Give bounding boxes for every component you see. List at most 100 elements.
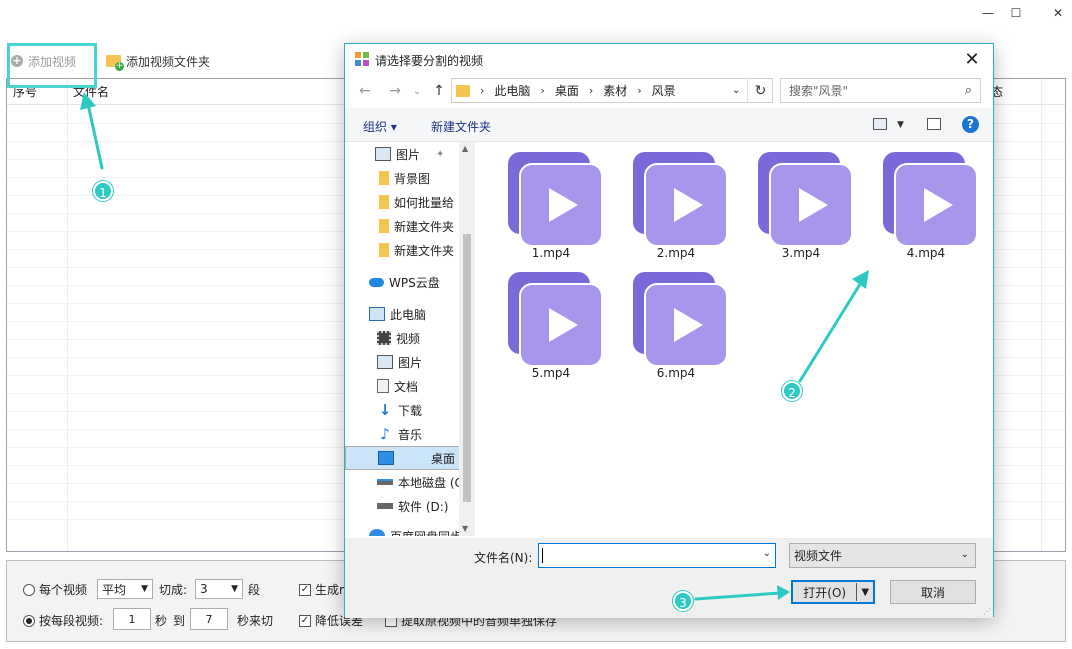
breadcrumb-separator-icon: › bbox=[637, 84, 642, 97]
filetype-select[interactable]: 视频文件 ⌄ bbox=[789, 543, 976, 568]
maximize-button[interactable]: ☐ bbox=[996, 0, 1036, 26]
nav-scrollbar[interactable]: ▲ ▼ bbox=[459, 142, 475, 536]
back-button[interactable]: ← bbox=[355, 81, 375, 101]
arrow-right-icon: → bbox=[389, 83, 401, 99]
nav-item-label: 图片 bbox=[398, 355, 423, 370]
cancel-button[interactable]: 取消 bbox=[890, 580, 976, 604]
file-name: 5.mp4 bbox=[531, 366, 571, 380]
navigation-pane[interactable]: 图片 ✦ 背景图 如何批量给 新建文件夹 新建文件夹 WPS云盘 此电脑 视频 … bbox=[345, 142, 475, 536]
per-video-radio[interactable] bbox=[23, 583, 35, 596]
video-file-icon bbox=[633, 152, 728, 247]
dialog-footer: 文件名(N): ⌄ 视频文件 ⌄ 打开(O) ▼ 取消 ⋰ bbox=[345, 538, 993, 618]
breadcrumb-scenery[interactable]: 风景 bbox=[652, 82, 676, 99]
organize-menu[interactable]: 组织 ▾ bbox=[363, 118, 397, 135]
breadcrumb-materials[interactable]: 素材 bbox=[603, 82, 627, 99]
scroll-up-icon[interactable]: ▲ bbox=[462, 144, 468, 153]
scroll-thumb[interactable] bbox=[463, 234, 471, 502]
segment-from-input[interactable]: 1 bbox=[113, 608, 151, 630]
segments-select[interactable]: 3 ▼ bbox=[195, 579, 243, 599]
folder-icon bbox=[456, 84, 470, 97]
search-placeholder: 搜索"风景" bbox=[789, 84, 849, 98]
chevron-down-icon: ▼ bbox=[141, 584, 148, 594]
baidu-icon bbox=[369, 529, 385, 536]
per-video-label: 每个视频 bbox=[39, 583, 88, 597]
document-icon bbox=[377, 379, 389, 393]
drive-icon bbox=[377, 479, 393, 485]
filename-label: 文件名(N): bbox=[474, 551, 533, 565]
nav-item-label: 视频 bbox=[396, 331, 421, 346]
forward-button[interactable]: → bbox=[385, 81, 405, 101]
nav-item-label: 下载 bbox=[398, 403, 423, 418]
up-button[interactable]: ↑ bbox=[429, 81, 449, 101]
arrow-up-icon: ↑ bbox=[433, 83, 445, 99]
add-video-folder-button[interactable]: 添加视频文件夹 bbox=[106, 48, 210, 74]
filename-input[interactable]: ⌄ bbox=[538, 543, 776, 568]
dialog-title: 请选择要分割的视频 bbox=[375, 54, 484, 68]
text-caret bbox=[542, 548, 543, 563]
file-name: 6.mp4 bbox=[656, 366, 696, 380]
add-video-folder-label: 添加视频文件夹 bbox=[126, 54, 211, 69]
file-list[interactable]: 1.mp4 2.mp4 3.mp4 4.mp4 5.mp4 6.mp4 bbox=[476, 142, 993, 536]
breadcrumb-desktop[interactable]: 桌面 bbox=[555, 82, 579, 99]
generate-checkbox[interactable]: ✓ bbox=[299, 583, 311, 596]
app-logo-icon bbox=[355, 52, 369, 66]
per-segment-radio[interactable] bbox=[23, 614, 35, 627]
computer-icon bbox=[369, 307, 385, 321]
breadcrumb-this-pc[interactable]: 此电脑 bbox=[494, 82, 530, 99]
segments-unit: 段 bbox=[248, 583, 261, 597]
scroll-down-icon[interactable]: ▼ bbox=[462, 524, 468, 533]
preview-pane-icon[interactable] bbox=[927, 118, 941, 130]
nav-item-label: 背景图 bbox=[394, 171, 431, 186]
folder-icon bbox=[379, 219, 389, 233]
open-options-dropdown-icon[interactable]: ▼ bbox=[857, 587, 873, 598]
dialog-close-button[interactable]: ✕ bbox=[957, 46, 987, 72]
refresh-button[interactable]: ↻ bbox=[747, 78, 773, 103]
video-file-icon bbox=[508, 272, 603, 367]
file-name: 1.mp4 bbox=[531, 246, 571, 260]
help-icon[interactable]: ? bbox=[962, 116, 979, 133]
step-badge-1: 1 bbox=[93, 181, 113, 201]
generate-option[interactable]: ✓ 生成m bbox=[299, 581, 351, 598]
close-window-button[interactable]: ✕ bbox=[1038, 0, 1072, 26]
desktop-icon bbox=[378, 451, 394, 465]
file-item[interactable]: 1.mp4 bbox=[486, 142, 603, 260]
file-item[interactable]: 4.mp4 bbox=[861, 142, 978, 260]
nav-item-label: 音乐 bbox=[398, 427, 423, 442]
to-label: 到 bbox=[173, 614, 186, 628]
folder-add-icon bbox=[106, 55, 124, 71]
nav-item-label: 此电脑 bbox=[390, 307, 427, 322]
maximize-icon: ☐ bbox=[1010, 6, 1022, 20]
video-file-icon bbox=[633, 272, 728, 367]
address-bar[interactable]: › 此电脑 › 桌面 › 素材 › 风景 ⌄ bbox=[451, 78, 773, 103]
per-segment-label: 按每段视频: bbox=[39, 614, 104, 628]
reduce-error-checkbox[interactable]: ✓ bbox=[299, 614, 311, 627]
per-video-option[interactable]: 每个视频 bbox=[23, 581, 87, 598]
nav-item-label: WPS云盘 bbox=[389, 275, 440, 290]
segment-to-input[interactable]: 7 bbox=[190, 608, 228, 630]
view-options-icon[interactable] bbox=[873, 118, 887, 130]
per-segment-option[interactable]: 按每段视频: bbox=[23, 612, 103, 629]
download-icon: ↓ bbox=[378, 401, 392, 419]
file-item[interactable]: 5.mp4 bbox=[486, 262, 603, 380]
open-button[interactable]: 打开(O) ▼ bbox=[791, 580, 875, 604]
seconds-cut-label: 秒来切 bbox=[237, 614, 274, 628]
step-badge-2: 2 bbox=[782, 381, 802, 401]
chevron-down-icon: ▼ bbox=[231, 584, 238, 594]
file-item[interactable]: 6.mp4 bbox=[611, 262, 728, 380]
search-icon: ⌕ bbox=[964, 83, 972, 98]
music-icon: ♪ bbox=[380, 425, 390, 443]
split-mode-select[interactable]: 平均 ▼ bbox=[97, 579, 153, 599]
recent-locations-button[interactable]: ⌄ bbox=[407, 81, 427, 101]
view-dropdown-icon[interactable]: ▼ bbox=[897, 120, 904, 130]
nav-item-desktop[interactable]: 桌面 bbox=[345, 446, 460, 470]
chevron-down-icon[interactable]: ⌄ bbox=[763, 548, 771, 559]
file-item[interactable]: 3.mp4 bbox=[736, 142, 853, 260]
resize-grip-icon[interactable]: ⋰ bbox=[983, 607, 991, 616]
breadcrumb-separator-icon: › bbox=[540, 84, 545, 97]
video-icon bbox=[377, 331, 391, 345]
file-name: 2.mp4 bbox=[656, 246, 696, 260]
file-item[interactable]: 2.mp4 bbox=[611, 142, 728, 260]
new-folder-button[interactable]: 新建文件夹 bbox=[431, 118, 491, 135]
nav-item-label: 本地磁盘 (C bbox=[398, 475, 463, 490]
search-box[interactable]: 搜索"风景" ⌕ bbox=[780, 78, 981, 103]
